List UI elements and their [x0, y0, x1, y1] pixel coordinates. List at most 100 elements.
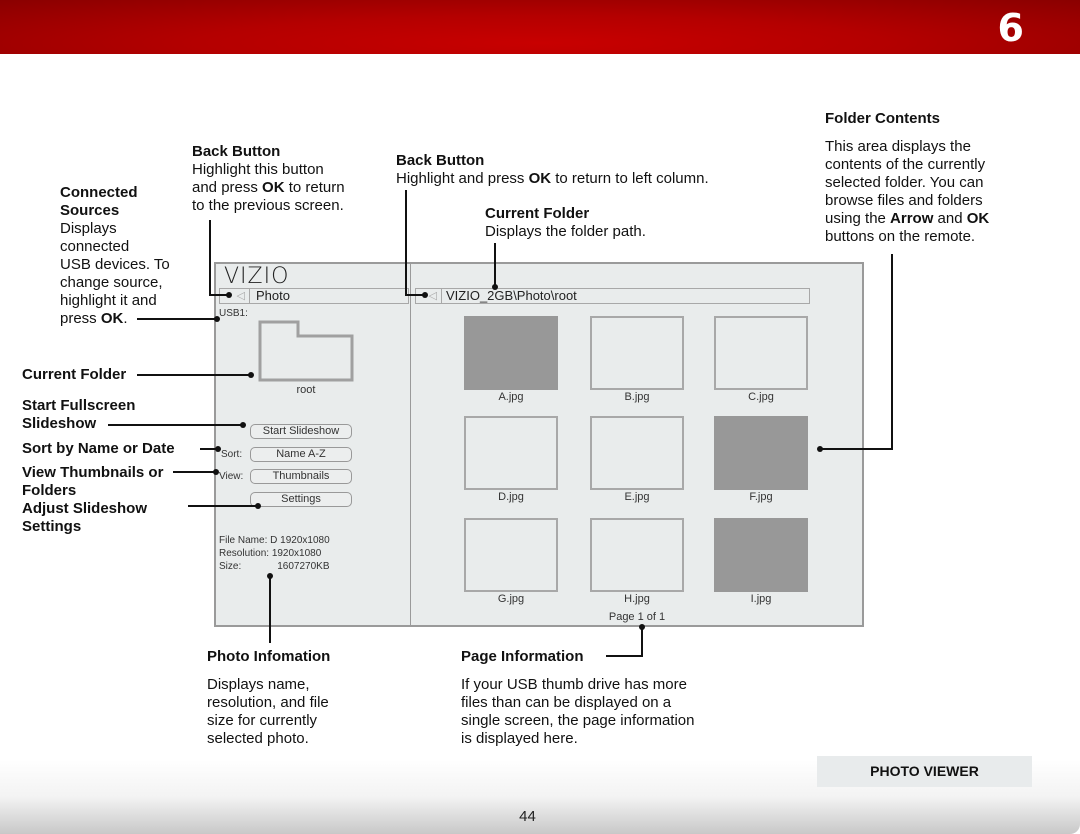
text: and press — [192, 179, 263, 196]
callout-photo-info: Photo Infomation Displays name, resoluti… — [207, 648, 330, 748]
leader-line — [641, 628, 643, 657]
thumbnail-image[interactable] — [590, 416, 684, 490]
thumbnail-image[interactable] — [590, 518, 684, 592]
thumbnail-image[interactable] — [464, 416, 558, 490]
section-tab: PHOTO VIEWER — [817, 756, 1032, 787]
leader-dot — [213, 469, 219, 475]
page-number: 44 — [519, 808, 536, 825]
callout-title: Connected — [60, 184, 138, 201]
callout-title: Settings — [22, 518, 82, 535]
callout-current-folder-path: Current Folder Displays the folder path. — [485, 205, 646, 241]
callout-page-info: Page Information If your USB thumb drive… — [461, 648, 694, 748]
callout-text: connected — [60, 238, 130, 255]
thumbnail-image[interactable] — [714, 316, 808, 390]
text: to return to left column. — [551, 170, 709, 187]
file-info: File Name: D 1920x1080 Resolution: 1920x… — [219, 534, 330, 573]
callout-text: using the Arrow and OK — [825, 210, 989, 228]
callout-text: Displays name, — [207, 676, 310, 693]
thumbnail-label: B.jpg — [624, 391, 650, 403]
resolution-value: 1920x1080 — [271, 548, 322, 559]
callout-title: Back Button — [192, 143, 281, 160]
text: . — [123, 310, 128, 327]
text-bold: OK — [966, 210, 990, 227]
callout-text: selected folder. You can — [825, 174, 984, 191]
leader-line — [494, 243, 496, 287]
thumbnail-image[interactable] — [590, 316, 684, 390]
callout-text: selected photo. — [207, 730, 309, 747]
leader-dot — [215, 446, 221, 452]
callout-connected-sources: Connected Sources Displays connected USB… — [60, 184, 170, 328]
text: Highlight and press — [396, 170, 529, 187]
leader-line — [891, 254, 893, 450]
callout-text: This area displays the — [825, 138, 971, 155]
callout-text: Displays the folder path. — [485, 223, 646, 240]
back-arrow-icon[interactable]: ◁ — [416, 289, 442, 303]
callout-title: Current Folder — [485, 205, 590, 222]
view-select[interactable]: Thumbnails — [250, 469, 352, 484]
sort-label: Sort: — [221, 449, 243, 460]
thumbnail-image[interactable] — [714, 518, 808, 592]
callout-title: Page Information — [461, 648, 584, 665]
text: using the — [825, 210, 891, 227]
settings-button[interactable]: Settings — [250, 492, 352, 507]
callout-text: USB devices. To — [60, 256, 170, 273]
callout-text: If your USB thumb drive has more — [461, 676, 687, 693]
folder-icon[interactable] — [258, 320, 354, 382]
thumbnail-image[interactable] — [464, 518, 558, 592]
leader-line — [108, 424, 242, 426]
callout-current-folder: Current Folder — [22, 366, 126, 384]
callout-title: Current Folder — [22, 366, 127, 383]
leader-line — [405, 190, 407, 296]
callout-start-slideshow: Start Fullscreen Slideshow — [22, 397, 135, 433]
callout-view: View Thumbnails or Folders — [22, 464, 163, 500]
callout-title: View Thumbnails or — [22, 464, 164, 481]
right-nav-bar: ◁ VIZIO_2GB\Photo\root — [415, 288, 810, 304]
leader-line — [173, 471, 216, 473]
callout-back-button-left: Back Button Highlight this button and pr… — [192, 143, 345, 215]
callout-text: browse files and folders — [825, 192, 983, 209]
folder-path: VIZIO_2GB\Photo\root — [446, 288, 577, 303]
usb-source[interactable]: USB1: — [219, 308, 248, 319]
leader-line — [820, 448, 893, 450]
leader-line — [137, 318, 217, 320]
sort-select[interactable]: Name A-Z — [250, 447, 352, 462]
leader-dot — [817, 446, 823, 452]
leader-line — [137, 374, 251, 376]
callout-text: contents of the currently — [825, 156, 986, 173]
thumbnail-label: A.jpg — [498, 391, 524, 403]
callout-title: Folder Contents — [825, 110, 940, 127]
vizio-logo: VIZIO — [224, 264, 290, 289]
callout-title: Folders — [22, 482, 77, 499]
text-bold: OK — [528, 170, 552, 187]
photo-viewer-screen: VIZIO ◁ Photo USB1: root Start Slideshow… — [214, 262, 864, 627]
leader-dot — [492, 284, 498, 290]
text-bold: OK — [262, 179, 285, 196]
callout-text: single screen, the page information — [461, 712, 695, 729]
thumbnail-label: D.jpg — [498, 491, 524, 503]
leader-dot — [255, 503, 261, 509]
callout-text: change source, — [60, 274, 163, 291]
chapter-number: 6 — [997, 6, 1024, 50]
callout-title: Sources — [60, 202, 120, 219]
thumbnail-image[interactable] — [714, 416, 808, 490]
text: to return — [284, 179, 345, 196]
thumbnail-image[interactable] — [464, 316, 558, 390]
thumbnail-label: C.jpg — [748, 391, 774, 403]
callout-text: Displays — [60, 220, 117, 237]
nav-title: Photo — [256, 288, 290, 303]
back-arrow-icon[interactable]: ◁ — [220, 289, 250, 303]
left-nav-bar: ◁ Photo — [219, 288, 409, 304]
callout-text: Highlight this button — [192, 161, 324, 178]
text: and — [933, 210, 967, 227]
callout-title: Start Fullscreen — [22, 397, 136, 414]
start-slideshow-button[interactable]: Start Slideshow — [250, 424, 352, 439]
callout-text: and press OK to return — [192, 179, 345, 197]
leader-dot — [226, 292, 232, 298]
callout-text: size for currently — [207, 712, 318, 729]
callout-text: is displayed here. — [461, 730, 578, 747]
thumbnail-label: G.jpg — [497, 593, 525, 605]
thumbnail-label: I.jpg — [750, 593, 772, 605]
text-bold: Arrow — [890, 210, 934, 227]
leader-dot — [639, 624, 645, 630]
leader-dot — [267, 573, 273, 579]
